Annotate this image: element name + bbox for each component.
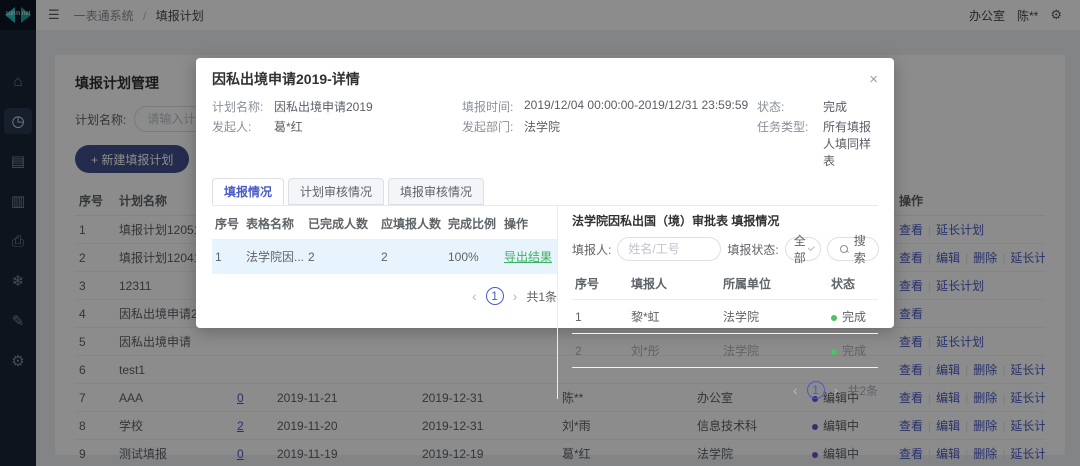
cell-unit: 法学院 <box>720 300 828 334</box>
detail-label: 计划名称: <box>212 98 274 115</box>
form-summary-pane: 序号表格名称已完成人数应填报人数完成比例操作 1法学院因...22100%导出结… <box>212 206 557 399</box>
column-header: 表格名称 <box>243 208 305 240</box>
detail-value: 葛*红 <box>274 118 303 169</box>
search-icon <box>840 245 849 254</box>
cell-required-count: 2 <box>378 240 445 274</box>
cell-done-count: 2 <box>305 240 378 274</box>
fill-status-pane: 法学院因私出国（境）审批表 填报情况 填报人: 填报状态: 全部 搜索 序号填报… <box>557 206 878 399</box>
cell-operation: 导出结果 <box>501 240 557 274</box>
detail-value: 所有填报人填同样表 <box>823 118 878 169</box>
detail-label: 任务类型: <box>757 118 823 169</box>
fill-status-table: 序号填报人所属单位状态 1黎*虹法学院完成2刘*彤法学院完成 <box>572 268 878 368</box>
cell-unit: 法学院 <box>720 334 828 368</box>
detail-value: 完成 <box>823 98 847 115</box>
detail-value: 法学院 <box>524 118 560 169</box>
cell-index: 2 <box>572 334 628 368</box>
fill-status-pagination: ‹ 1 › 共2条 <box>572 381 878 399</box>
cell-ratio: 100% <box>445 240 501 274</box>
total-count: 共2条 <box>847 382 878 399</box>
fill-status-title: 法学院因私出国（境）审批表 填报情况 <box>572 212 878 229</box>
plan-detail-fields: 计划名称:因私出境申请2019填报时间:2019/12/04 00:00:00-… <box>212 98 878 169</box>
form-summary-header-row: 序号表格名称已完成人数应填报人数完成比例操作 <box>212 208 557 240</box>
person-filter-input[interactable] <box>617 237 721 261</box>
detail-value: 2019/12/04 00:00:00-2019/12/31 23:59:59 <box>524 98 748 115</box>
detail-value: 因私出境申请2019 <box>274 98 373 115</box>
page-number[interactable]: 1 <box>807 381 825 399</box>
detail-field: 任务类型:所有填报人填同样表 <box>757 118 878 169</box>
next-page-icon[interactable]: › <box>513 289 518 303</box>
detail-field: 状态:完成 <box>757 98 878 115</box>
tab-填报情况[interactable]: 填报情况 <box>212 178 284 205</box>
form-summary-row[interactable]: 1法学院因...22100%导出结果 <box>212 240 557 274</box>
status-dot <box>831 315 837 321</box>
column-header: 所属单位 <box>720 268 828 300</box>
cell-index: 1 <box>212 240 243 274</box>
fill-status-row: 2刘*彤法学院完成 <box>572 334 878 368</box>
column-header: 应填报人数 <box>378 208 445 240</box>
status-filter-select[interactable]: 全部 <box>785 237 821 261</box>
next-page-icon[interactable]: › <box>834 383 839 397</box>
form-summary-table: 序号表格名称已完成人数应填报人数完成比例操作 1法学院因...22100%导出结… <box>212 208 557 274</box>
detail-field: 填报时间:2019/12/04 00:00:00-2019/12/31 23:5… <box>462 98 757 115</box>
chevron-down-icon <box>808 244 815 251</box>
column-header: 序号 <box>572 268 628 300</box>
modal-close-icon[interactable]: × <box>869 72 878 87</box>
fill-status-header-row: 序号填报人所属单位状态 <box>572 268 878 300</box>
status-filter-label: 填报状态: <box>727 241 778 258</box>
detail-field: 发起部门:法学院 <box>462 118 757 169</box>
detail-label: 填报时间: <box>462 98 524 115</box>
tab-计划审核情况[interactable]: 计划审核情况 <box>288 178 384 205</box>
column-header: 操作 <box>501 208 557 240</box>
detail-label: 发起部门: <box>462 118 524 169</box>
detail-field: 计划名称:因私出境申请2019 <box>212 98 462 115</box>
column-header: 序号 <box>212 208 243 240</box>
detail-label: 状态: <box>757 98 823 115</box>
modal-title: 因私出境申请2019-详情 <box>212 69 360 89</box>
column-header: 完成比例 <box>445 208 501 240</box>
export-results-link[interactable]: 导出结果 <box>504 250 552 264</box>
search-button[interactable]: 搜索 <box>827 237 879 261</box>
cell-person: 刘*彤 <box>628 334 720 368</box>
prev-page-icon[interactable]: ‹ <box>472 289 477 303</box>
modal-tabs: 填报情况计划审核情况填报审核情况 <box>212 178 878 205</box>
cell-person: 黎*虹 <box>628 300 720 334</box>
page-number[interactable]: 1 <box>486 287 504 305</box>
cell-index: 1 <box>572 300 628 334</box>
tab-填报审核情况[interactable]: 填报审核情况 <box>388 178 484 205</box>
detail-field: 发起人:葛*红 <box>212 118 462 169</box>
detail-label: 发起人: <box>212 118 274 169</box>
cell-status: 完成 <box>828 334 878 368</box>
column-header: 已完成人数 <box>305 208 378 240</box>
form-summary-pagination: ‹ 1 › 共1条 <box>212 287 557 305</box>
cell-form-name: 法学院因... <box>243 240 305 274</box>
column-header: 填报人 <box>628 268 720 300</box>
column-header: 状态 <box>828 268 878 300</box>
total-count: 共1条 <box>526 288 557 305</box>
fill-status-row: 1黎*虹法学院完成 <box>572 300 878 334</box>
person-filter-label: 填报人: <box>572 241 611 258</box>
prev-page-icon[interactable]: ‹ <box>793 383 798 397</box>
cell-status: 完成 <box>828 300 878 334</box>
status-dot <box>831 349 837 355</box>
plan-detail-modal: 因私出境申请2019-详情 × 计划名称:因私出境申请2019填报时间:2019… <box>196 58 894 328</box>
